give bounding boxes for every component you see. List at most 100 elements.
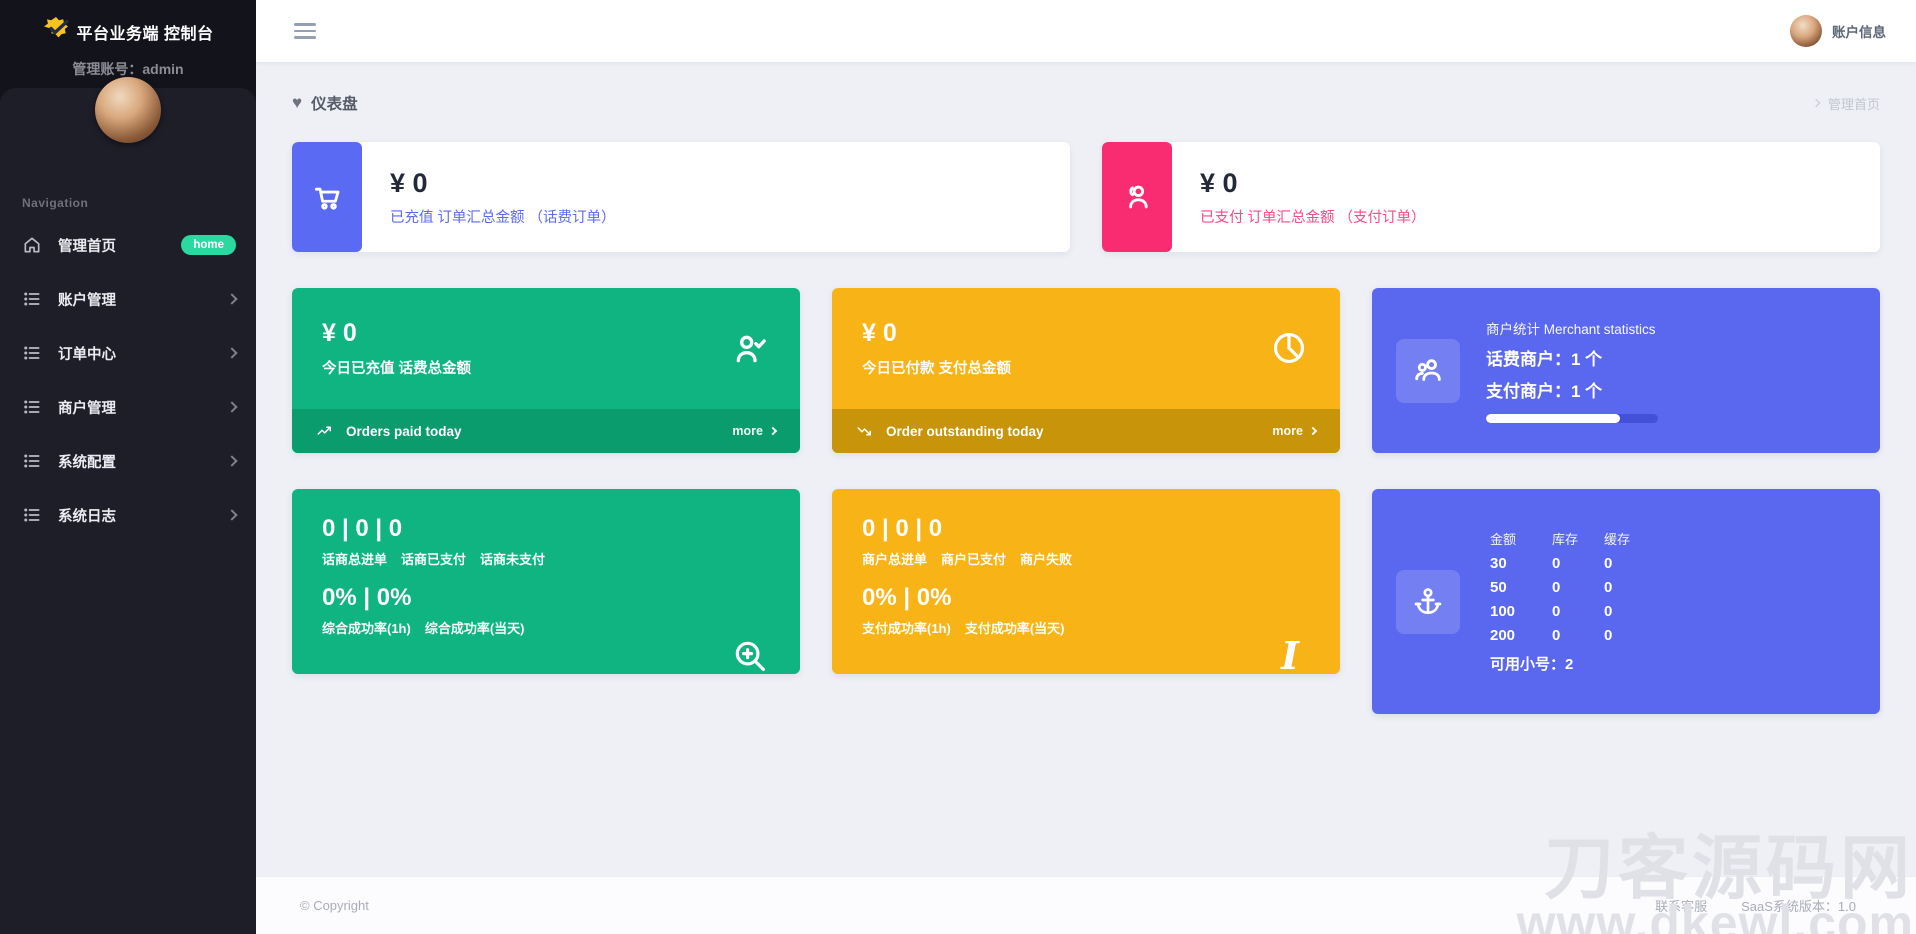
stat-label: 话商已支付 [401,549,466,568]
brand: 平台业务端 控制台 [0,0,256,47]
merchant-counts: 0 | 0 | 0 [862,515,1310,543]
sidebar-item-system-config[interactable]: 系统配置 [0,440,256,482]
stat-label: 话商总进单 [322,549,387,568]
zoom-in-icon [730,637,770,674]
breadcrumb: 管理首页 [1813,94,1880,113]
stat-label: 支付成功率(当天) [965,618,1065,637]
list-icon [22,451,42,471]
inventory-cell: 0 [1552,579,1604,596]
stat-label: 综合成功率(1h) [322,618,411,637]
user-check-icon [730,329,770,369]
stats-row: 0 | 0 | 0 话商总进单 话商已支付 话商未支付 0% | 0% 综合成功… [292,489,1880,714]
today-payment-footer: Order outstanding today more [832,409,1340,453]
inventory-cell: 100 [1490,603,1552,620]
stat-label: 商户总进单 [862,549,927,568]
recharge-desc: 已充值 订单汇总金额 （话费订单） [390,206,616,227]
cart-icon [310,180,344,214]
phone-counts: 0 | 0 | 0 [322,515,770,543]
page-title: 仪表盘 [311,92,358,114]
more-button[interactable]: more [732,424,776,438]
stat-label: 支付成功率(1h) [862,618,951,637]
merchant-pay-stats-card: 0 | 0 | 0 商户总进单 商户已支付 商户失败 0% | 0% 支付成功率… [832,489,1340,674]
today-payment-amount: ¥ 0 [862,319,1011,348]
paid-total-card: ¥ 0 已支付 订单汇总金额 （支付订单） [1102,142,1880,252]
pie-chart-icon [1270,329,1310,369]
users-iconbox [1102,142,1172,252]
today-recharge-footer: Orders paid today more [292,409,800,453]
footer-caption: Order outstanding today [886,424,1044,439]
sidebar-item-orders[interactable]: 订单中心 [0,332,256,374]
inventory-cell: 0 [1552,603,1604,620]
summary-row: ¥ 0 已充值 订单汇总金额 （话费订单） ¥ 0 已支付 订单汇总金额 （支付… [292,142,1880,252]
inventory-table: 金额 库存 缓存 30 0 0 50 0 0 100 0 0 2 [1490,529,1656,644]
today-payment-card: ¥ 0 今日已付款 支付总金额 Order outstanding today [832,288,1340,453]
sidebar-item-label: 账户管理 [58,289,116,310]
merchant-progress-fill [1486,414,1620,423]
home-icon [22,235,42,255]
trend-up-icon [316,422,334,440]
today-recharge-card: ¥ 0 今日已充值 话费总金额 Orders paid today [292,288,800,453]
italic-i-icon: I [1270,637,1310,674]
top-header: 账户信息 [256,0,1916,62]
chevron-right-icon [226,347,237,358]
menu-toggle-icon[interactable] [294,19,316,43]
available-accounts-label: 可用小号：2 [1490,653,1656,674]
chevron-right-icon [226,455,237,466]
merchant-progress-bar [1486,414,1658,423]
inventory-cell: 0 [1552,627,1604,644]
merchant-stats-title: 商户统计 Merchant statistics [1486,318,1658,338]
recharge-amount: ¥ 0 [390,168,616,199]
app-root: 平台业务端 控制台 管理账号：admin Navigation 管理首页 hom… [0,0,1916,934]
copyright-label: © Copyright [300,898,369,913]
account-info-label: 账户信息 [1832,21,1886,41]
home-badge: home [181,235,236,255]
chevron-right-icon [1309,427,1317,435]
inventory-cell: 0 [1552,555,1604,572]
today-row: ¥ 0 今日已充值 话费总金额 Orders paid today [292,288,1880,453]
today-recharge-desc: 今日已充值 话费总金额 [322,357,471,378]
breadcrumb-chevron-icon [1812,99,1820,107]
sidebar-item-system-logs[interactable]: 系统日志 [0,494,256,536]
anchor-iconbox [1396,570,1460,634]
merchant-stats-card: 商户统计 Merchant statistics 话费商户：1 个 支付商户：1… [1372,288,1880,453]
inventory-cell: 0 [1604,627,1656,644]
nav-section-label: Navigation [22,196,256,210]
inventory-cell: 0 [1604,603,1656,620]
inventory-header: 缓存 [1604,529,1656,548]
paid-desc: 已支付 订单汇总金额 （支付订单） [1200,206,1426,227]
inventory-cell: 30 [1490,555,1552,572]
inventory-card: 金额 库存 缓存 30 0 0 50 0 0 100 0 0 2 [1372,489,1880,714]
phone-merchants-line: 话费商户：1 个 [1486,345,1658,370]
users-iconbox [1396,339,1460,403]
phone-stats-card: 0 | 0 | 0 话商总进单 话商已支付 话商未支付 0% | 0% 综合成功… [292,489,800,674]
users-icon [1120,180,1154,214]
sidebar-item-merchants[interactable]: 商户管理 [0,386,256,428]
list-icon [22,397,42,417]
footer: © Copyright 联系客服 SaaS系统版本：1.0 [256,876,1916,934]
version-label: SaaS系统版本：1.0 [1741,896,1856,915]
logo-badge-icon [43,16,69,47]
sidebar-item-label: 系统日志 [58,505,116,526]
sidebar-avatar[interactable] [95,77,161,143]
stat-label: 综合成功率(当天) [425,618,525,637]
sidebar-item-accounts[interactable]: 账户管理 [0,278,256,320]
account-info-button[interactable]: 账户信息 [1790,15,1886,47]
breadcrumb-link[interactable]: 管理首页 [1828,94,1880,113]
sidebar-item-dashboard[interactable]: 管理首页 home [0,224,256,266]
admin-account-label: 管理账号：admin [0,59,256,79]
pay-merchants-line: 支付商户：1 个 [1486,377,1658,402]
main-column: 账户信息 ♥ 仪表盘 管理首页 [256,0,1916,934]
pay-success-rates: 0% | 0% [862,584,1310,612]
anchor-icon [1412,586,1444,618]
today-recharge-amount: ¥ 0 [322,319,471,348]
contact-support-link[interactable]: 联系客服 [1655,896,1707,915]
chevron-right-icon [226,509,237,520]
sidebar-nav: Navigation 管理首页 home 账户管理 订单中心 [0,88,256,934]
heart-icon: ♥ [292,93,302,113]
more-button[interactable]: more [1272,424,1316,438]
list-icon [22,505,42,525]
stat-label: 商户失败 [1020,549,1072,568]
sidebar-item-label: 商户管理 [58,397,116,418]
paid-amount: ¥ 0 [1200,168,1426,199]
sidebar-item-label: 系统配置 [58,451,116,472]
